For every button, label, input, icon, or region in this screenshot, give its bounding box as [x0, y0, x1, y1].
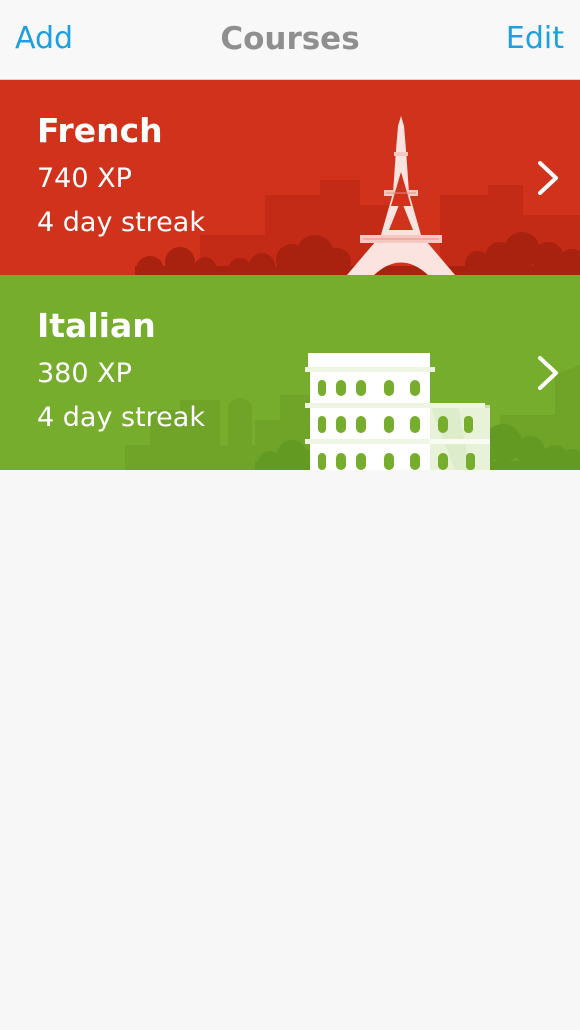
course-row-italian[interactable]: Italian 380 XP 4 day streak [0, 275, 580, 470]
course-name: Italian [37, 306, 156, 345]
course-name: French [37, 111, 163, 150]
edit-button[interactable]: Edit [506, 19, 564, 59]
page-title: Courses [220, 21, 360, 57]
course-row-french[interactable]: French 740 XP 4 day streak [0, 80, 580, 275]
chevron-right-icon [538, 356, 558, 390]
chevron-right-icon [538, 161, 558, 195]
course-streak: 4 day streak [37, 207, 205, 238]
navigation-bar: Add Courses Edit [0, 0, 580, 80]
course-streak: 4 day streak [37, 402, 205, 433]
course-xp: 740 XP [37, 163, 132, 194]
course-xp: 380 XP [37, 358, 132, 389]
